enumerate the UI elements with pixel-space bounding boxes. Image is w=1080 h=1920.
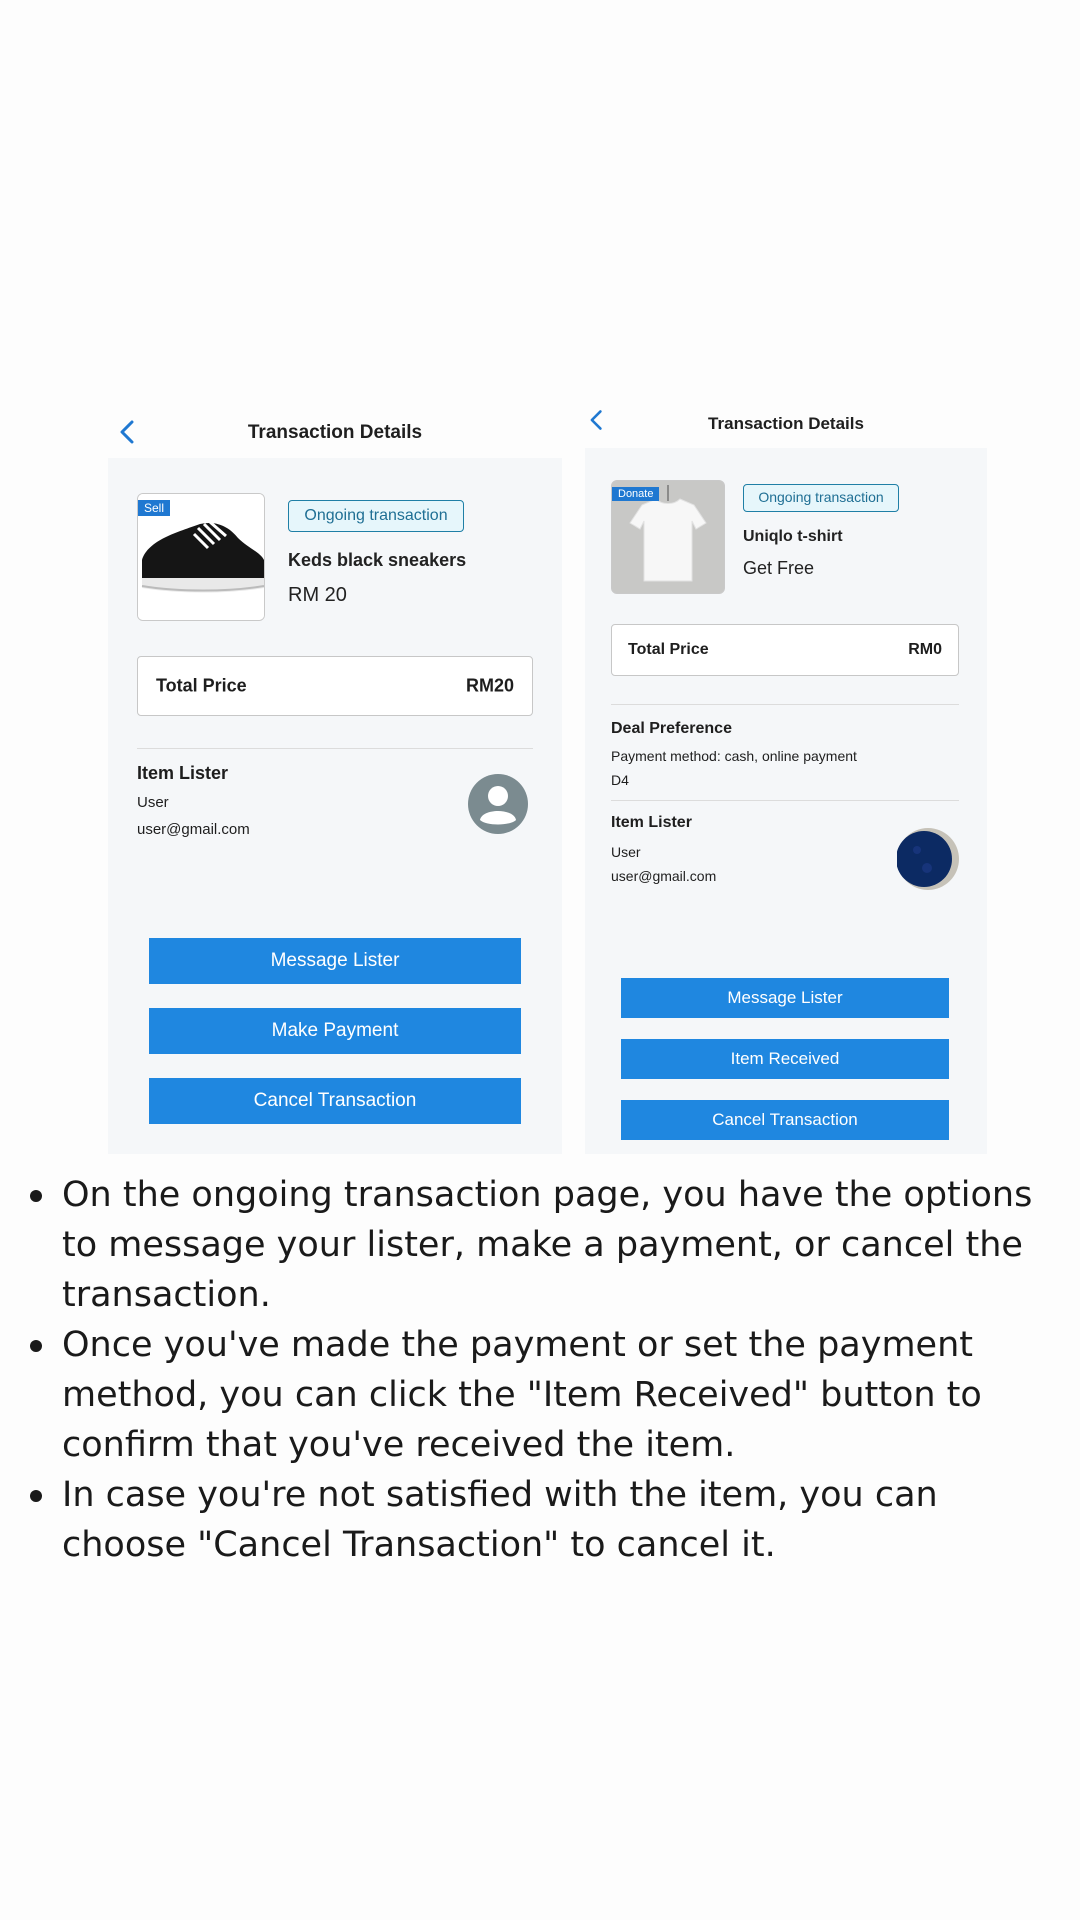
- lister-name: User: [137, 794, 169, 811]
- total-price-value: RM20: [465, 675, 514, 696]
- message-lister-button[interactable]: Message Lister: [149, 938, 521, 984]
- status-badge: Ongoing transaction: [288, 500, 464, 532]
- left-phone-screenshot: Transaction Details Sell Ongoing transac…: [108, 410, 562, 1154]
- user-avatar-icon[interactable]: [468, 774, 528, 834]
- right-content: Donate Ongoing transaction Uniqlo t-shir…: [585, 448, 987, 1154]
- item-name: Keds black sneakers: [288, 550, 467, 570]
- item-lister-title: Item Lister: [611, 814, 692, 831]
- page-title: Transaction Details: [708, 414, 864, 433]
- item-lister-title: Item Lister: [137, 763, 229, 783]
- make-payment-button[interactable]: Make Payment: [149, 1008, 521, 1054]
- divider: [611, 704, 959, 705]
- total-price-label: Total Price: [628, 641, 709, 658]
- instruction-item: Once you've made the payment or set the …: [28, 1320, 1068, 1470]
- item-name: Uniqlo t-shirt: [743, 528, 843, 545]
- instruction-list: On the ongoing transaction page, you hav…: [28, 1170, 1068, 1570]
- item-received-button[interactable]: Item Received: [621, 1039, 949, 1079]
- instruction-text: On the ongoing transaction page, you hav…: [62, 1175, 1033, 1315]
- divider: [137, 748, 533, 749]
- item-image: Donate: [611, 480, 725, 594]
- instruction-text: Once you've made the payment or set the …: [62, 1325, 982, 1465]
- lister-email: user@gmail.com: [137, 821, 250, 838]
- deal-location-text: D4: [611, 772, 629, 788]
- instruction-item: On the ongoing transaction page, you hav…: [28, 1170, 1068, 1320]
- total-price-label: Total Price: [156, 675, 247, 696]
- bullet-dot: [30, 1190, 42, 1202]
- cancel-transaction-button[interactable]: Cancel Transaction: [621, 1100, 949, 1140]
- item-image: Sell: [137, 493, 265, 621]
- total-price-box: Total Price RM20: [137, 656, 533, 716]
- item-price: RM 20: [288, 584, 347, 606]
- bullet-dot: [30, 1340, 42, 1352]
- lister-name: User: [611, 844, 641, 860]
- message-lister-button[interactable]: Message Lister: [621, 978, 949, 1018]
- donate-tag: Donate: [612, 487, 660, 501]
- item-price: Get Free: [743, 558, 815, 578]
- lister-email: user@gmail.com: [611, 868, 717, 884]
- total-price-value: RM0: [908, 641, 942, 658]
- instruction-item: In case you're not satisfied with the it…: [28, 1470, 1068, 1570]
- sell-tag: Sell: [138, 500, 171, 516]
- left-header: Transaction Details: [108, 410, 562, 450]
- right-header: Transaction Details: [585, 402, 987, 442]
- status-badge: Ongoing transaction: [743, 484, 899, 512]
- moon-avatar-image[interactable]: [897, 828, 959, 890]
- right-phone-screenshot: Transaction Details Donate Ongoing trans…: [585, 402, 987, 1154]
- instruction-text: In case you're not satisfied with the it…: [62, 1475, 938, 1565]
- bullet-dot: [30, 1490, 42, 1502]
- divider: [611, 800, 959, 801]
- cancel-transaction-button[interactable]: Cancel Transaction: [149, 1078, 521, 1124]
- deal-preference-title: Deal Preference: [611, 720, 732, 737]
- total-price-box: Total Price RM0: [611, 624, 959, 676]
- left-content: Sell Ongoing transaction Keds black snea…: [108, 458, 562, 1154]
- payment-method-text: Payment method: cash, online payment: [611, 748, 857, 764]
- page-title: Transaction Details: [247, 422, 423, 443]
